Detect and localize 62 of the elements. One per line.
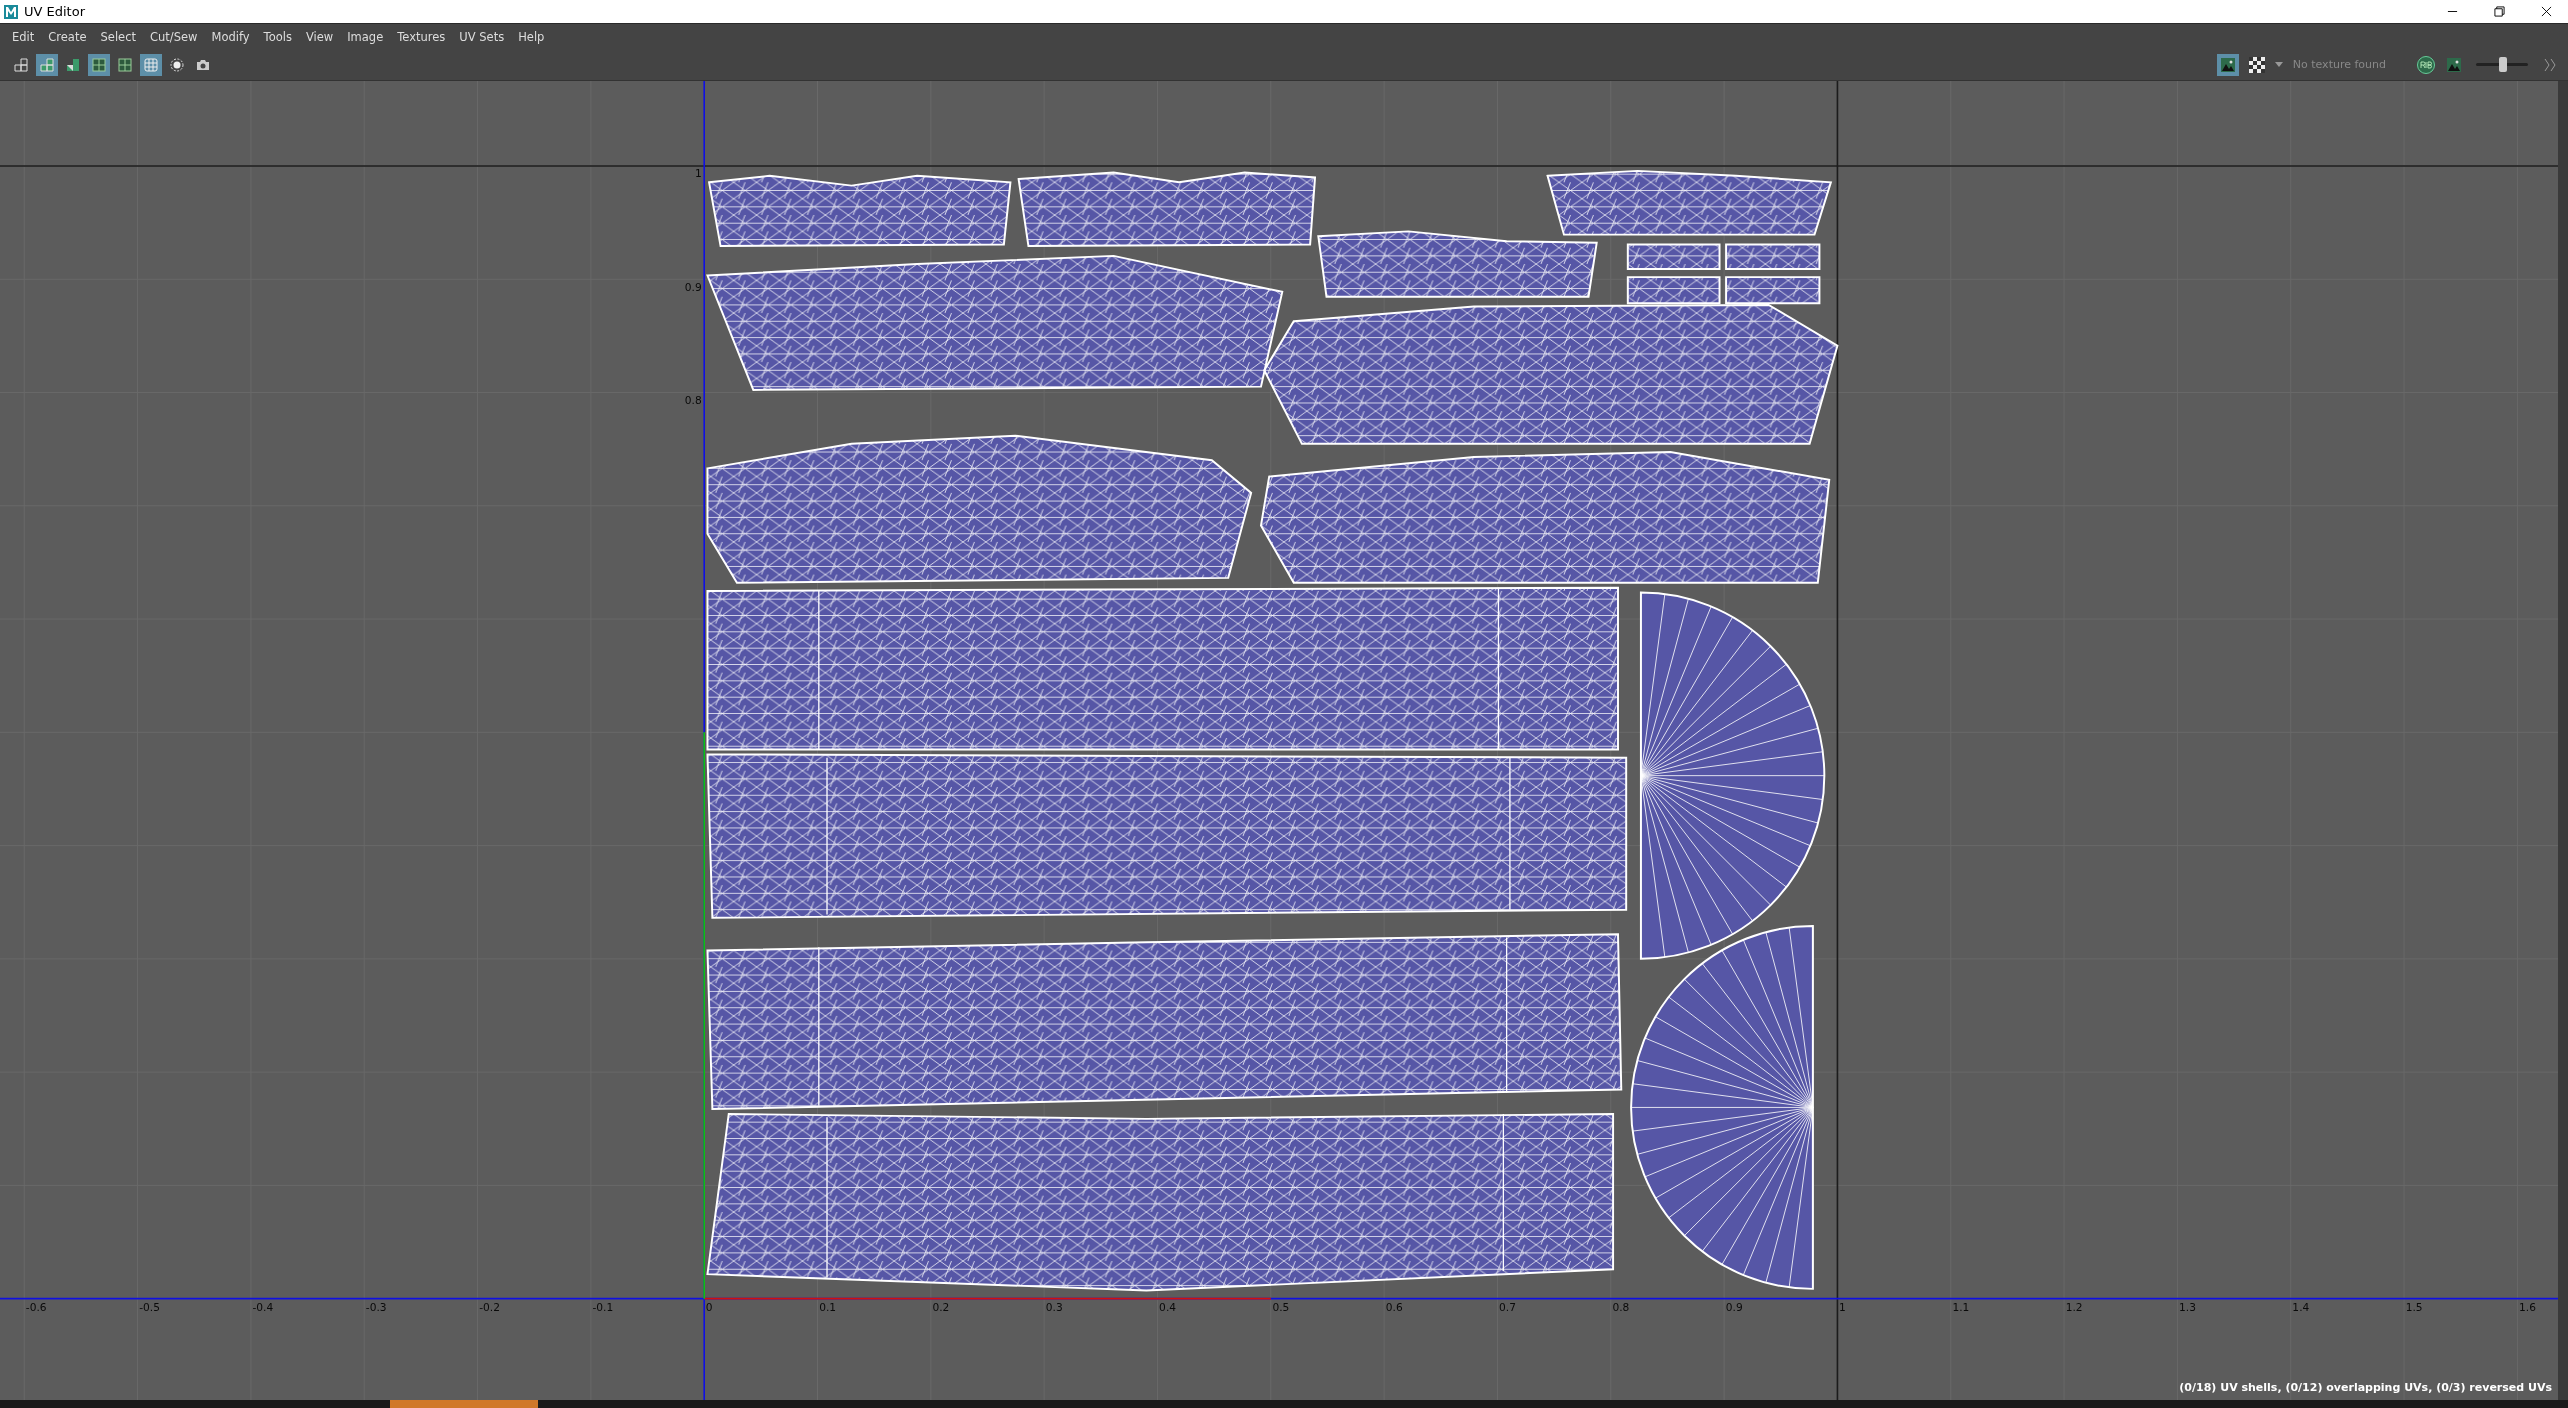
u-axis-label: 1.2: [2065, 1300, 2083, 1314]
checker-icon[interactable]: [2248, 56, 2265, 73]
u-axis-label: -0.3: [365, 1300, 387, 1314]
uv-status-text: (0/18) UV shells, (0/12) overlapping UVs, (0/3) reversed UVs: [2179, 1381, 2552, 1394]
menu-item[interactable]: View: [305, 29, 334, 44]
toolbar-button[interactable]: [36, 53, 58, 76]
u-axis-label: 0.9: [1725, 1300, 1743, 1314]
v-axis-label: 1: [694, 167, 702, 181]
window-title: UV Editor: [24, 4, 85, 19]
grid-icon: [143, 56, 159, 73]
toolbar-button[interactable]: [140, 53, 162, 76]
shells-outline-icon: [13, 56, 29, 73]
grid-frame-icon: [117, 56, 133, 73]
u-axis-label: 1.5: [2405, 1300, 2423, 1314]
u-axis-label: 0.8: [1612, 1300, 1630, 1314]
u-axis-label: 1.6: [2519, 1300, 2536, 1314]
rgb-channels-icon[interactable]: [2416, 54, 2436, 75]
image-display-button[interactable]: [2216, 53, 2239, 76]
expand-arrows-icon[interactable]: [2542, 56, 2558, 73]
u-axis-label: -0.2: [479, 1300, 500, 1314]
u-axis-label: 0.2: [932, 1300, 950, 1314]
u-axis-label: 0.5: [1272, 1300, 1290, 1314]
u-axis-label: -0.4: [252, 1300, 274, 1314]
u-axis-label: 0.1: [819, 1300, 837, 1314]
uv-canvas[interactable]: -0.6 -0.5 -0.4 -0.3 -0.2 -0.1 0 0.1 0.2 0.3 0.4 0.5 0.6 0.7 0.8 0.9 1 1.1 1.2 1.3 1.4 1.5 1.6 1 0.9 0.8 (0/18) UV shells, (0/12) overlapping UVs, (0/3) reversed UVs: [0, 81, 2568, 1400]
exposure-slider[interactable]: [2476, 57, 2528, 72]
menu-item[interactable]: Cut/Sew: [150, 29, 198, 44]
toolbar-button[interactable]: [88, 53, 110, 76]
dotted-circle-icon: [169, 56, 185, 73]
u-axis-label: 0.6: [1385, 1300, 1403, 1314]
menu-item[interactable]: Tools: [263, 29, 292, 44]
menu-item[interactable]: Create: [48, 29, 87, 44]
u-axis-label: 1.4: [2292, 1300, 2310, 1314]
close-icon[interactable]: [2541, 6, 2552, 17]
u-axis-label: -0.6: [25, 1300, 47, 1314]
u-axis-label: 0.4: [1159, 1300, 1177, 1314]
menu-item[interactable]: Help: [518, 29, 545, 44]
grid-frame-icon: [91, 56, 107, 73]
u-axis-label: -0.1: [592, 1300, 614, 1314]
image-icon: [2219, 56, 2236, 73]
slider-thumb[interactable]: [2499, 57, 2508, 72]
shells-filled-icon: [39, 56, 55, 73]
app-logo-icon: [4, 4, 18, 19]
image-icon[interactable]: [2446, 56, 2462, 73]
v-axis-label: 0.8: [684, 394, 702, 407]
u-axis-label: 1.1: [1952, 1300, 1970, 1314]
v-axis-label: 0.9: [684, 280, 702, 294]
u-axis-label: 1: [1839, 1300, 1846, 1314]
menu-item[interactable]: Modify: [211, 29, 250, 44]
restore-icon[interactable]: [2494, 6, 2505, 17]
menu-item[interactable]: Edit: [12, 29, 35, 44]
caret-icon[interactable]: [2274, 62, 2283, 67]
u-axis-label: 0: [705, 1300, 713, 1314]
u-axis-label: 0.3: [1045, 1300, 1063, 1314]
u-axis-label: 1.3: [2179, 1300, 2196, 1314]
menu-item[interactable]: UV Sets: [459, 29, 505, 44]
u-axis-label: -0.5: [139, 1300, 160, 1314]
texture-status: No texture found: [2292, 58, 2386, 71]
menu-item[interactable]: Select: [100, 29, 136, 44]
menu-item[interactable]: Image: [347, 29, 384, 44]
u-axis-label: 0.7: [1499, 1300, 1516, 1314]
menu-item[interactable]: Textures: [397, 29, 446, 44]
